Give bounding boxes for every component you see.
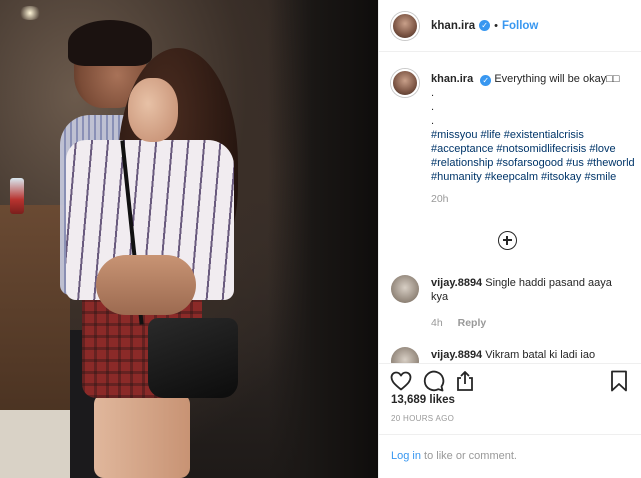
login-text: to like or comment. [420, 450, 517, 462]
comment-meta: 4h Reply [431, 317, 486, 329]
login-link[interactable]: Log in [391, 450, 421, 462]
caption-avatar[interactable] [391, 69, 419, 97]
comment-username[interactable]: vijay.8894 [431, 277, 482, 289]
load-more-comments-icon[interactable] [498, 231, 517, 250]
likes-count[interactable]: 13,689 likes [391, 394, 455, 406]
comment-icon[interactable] [421, 369, 445, 393]
handbag [148, 318, 238, 398]
caption-dot: . [431, 115, 435, 127]
post-header: khan.ira ✓ • Follow [379, 0, 641, 52]
comment-text: Vikram batal ki ladi iao [485, 349, 596, 361]
caption-dot: . [431, 87, 435, 99]
ceiling-light [18, 6, 42, 20]
login-prompt: Log in to like or comment. [379, 434, 641, 478]
bottle [10, 178, 24, 214]
avatar[interactable] [391, 11, 419, 40]
post-container: khan.ira ✓ • Follow khan.ira ✓ Everythin… [0, 0, 641, 478]
verified-badge-icon: ✓ [479, 20, 491, 31]
comments-section[interactable]: khan.ira ✓ Everything will be okay□□ . .… [379, 53, 641, 363]
comment-text-block: vijay.8894 Vikram batal ki ladi iao [431, 348, 631, 362]
bookmark-icon[interactable] [607, 369, 631, 393]
comment-avatar[interactable] [391, 347, 419, 363]
caption-username[interactable]: khan.ira [431, 73, 473, 85]
woman-legs [94, 394, 190, 478]
post-timestamp: 20 HOURS AGO [391, 414, 455, 423]
arms [96, 255, 196, 315]
comment-username[interactable]: vijay.8894 [431, 349, 482, 361]
comment-text-block: vijay.8894 Single haddi pasand aaya kya [431, 276, 631, 304]
post-photo[interactable] [0, 0, 378, 478]
separator: • [494, 19, 498, 32]
side-panel: khan.ira ✓ • Follow khan.ira ✓ Everythin… [378, 0, 641, 478]
follow-button[interactable]: Follow [502, 20, 538, 32]
man-hair [68, 20, 152, 66]
woman-face [128, 78, 178, 142]
caption-body: khan.ira ✓ Everything will be okay□□ . .… [431, 72, 636, 206]
share-icon[interactable] [453, 369, 477, 393]
caption-hashtags[interactable]: #missyou #life #existentialcrisis #accep… [431, 129, 635, 183]
verified-badge-icon: ✓ [480, 75, 492, 86]
caption-age: 20h [431, 193, 449, 205]
comment-age: 4h [431, 317, 443, 329]
photo-shadow [268, 0, 378, 478]
heart-icon[interactable] [389, 369, 413, 393]
reply-button[interactable]: Reply [458, 317, 487, 329]
comment-avatar[interactable] [391, 275, 419, 303]
header-username[interactable]: khan.ira [431, 20, 475, 32]
caption-text: Everything will be okay□□ [494, 73, 620, 85]
caption-dot: . [431, 101, 435, 113]
